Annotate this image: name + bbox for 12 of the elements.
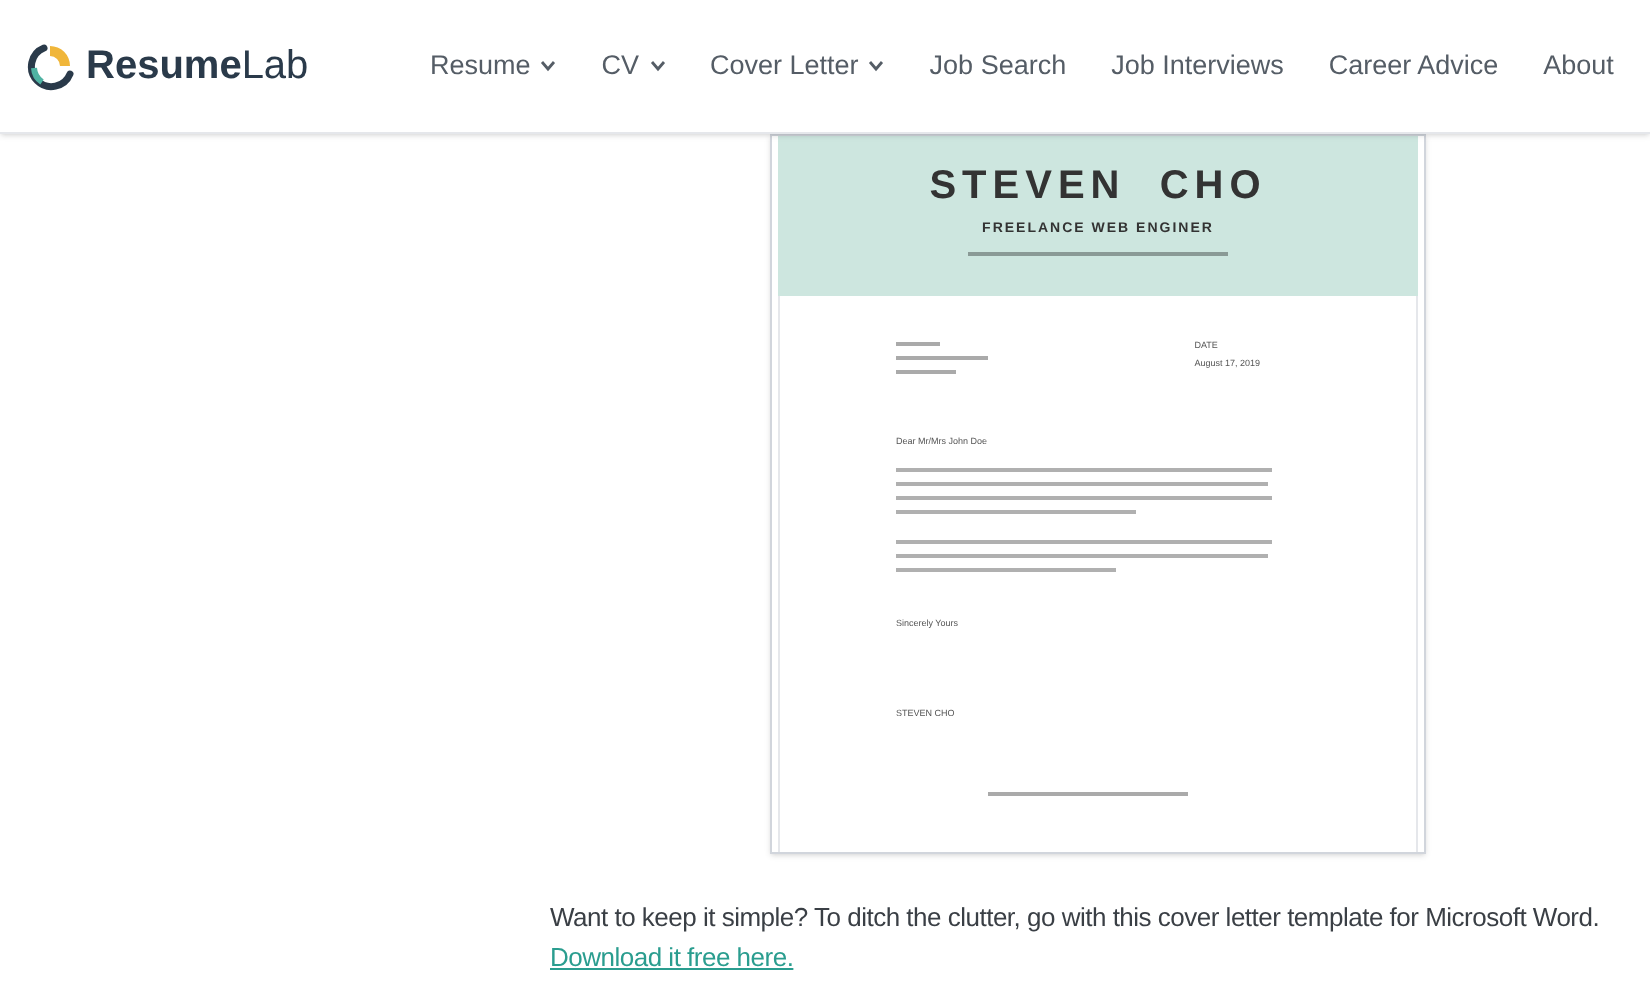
nav-link[interactable]: Resume (430, 45, 557, 87)
nav-link[interactable]: Job Search (929, 45, 1067, 87)
nav-link[interactable]: Cover Letter (710, 45, 885, 87)
nav-link[interactable]: CV (601, 45, 666, 87)
nav-link[interactable]: About (1543, 45, 1614, 87)
logo[interactable]: ResumeLab (86, 36, 309, 96)
nav-link[interactable]: Career Advice (1328, 45, 1499, 87)
address-lines-drawing (896, 340, 992, 380)
letter-name: STEVEN CHO (929, 162, 1267, 212)
caption-text: Want to keep it simple? To ditch the clutter, go with this cover letter template for Microsoft Word. (550, 900, 1600, 936)
logo-icon (26, 40, 78, 92)
nav-link[interactable]: Job Interviews (1111, 45, 1284, 87)
